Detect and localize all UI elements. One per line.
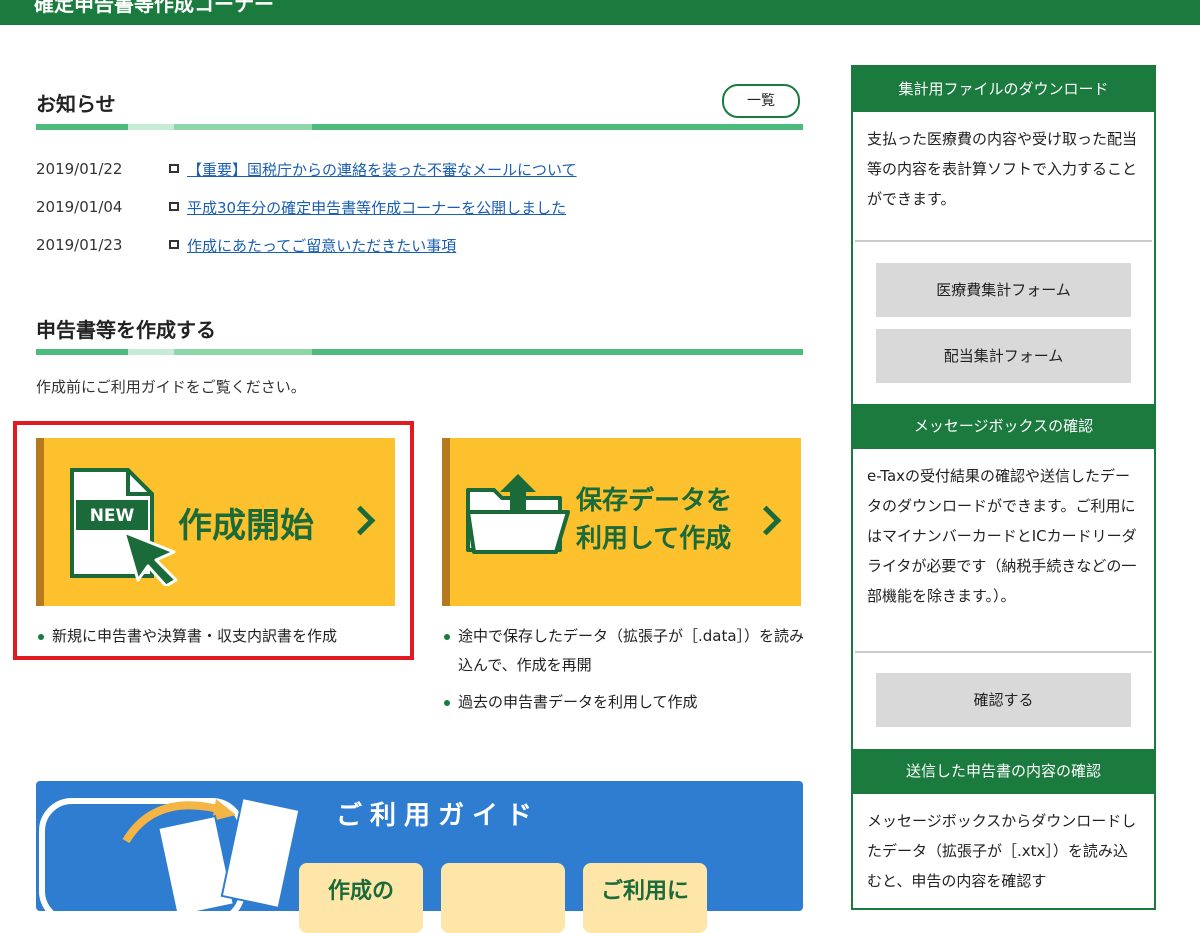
window-icon <box>169 163 179 173</box>
create-divider <box>36 349 803 355</box>
site-title: 確定申告書等作成コーナー <box>34 0 274 16</box>
medical-expense-form-button[interactable]: 医療費集計フォーム <box>876 263 1131 317</box>
saved-data-label-line1: 保存データを <box>576 486 733 516</box>
sidebar-text-download: 支払った医療費の内容や受け取った配当等の内容を表計算ソフトで入力することができま… <box>867 130 1138 208</box>
folder-upload-icon <box>466 474 570 554</box>
chevron-right-icon <box>751 505 782 536</box>
highlight-box <box>13 421 414 660</box>
guide-button-usage[interactable]: ご利用に <box>583 863 707 933</box>
sidebar-header-download: 集計用ファイルのダウンロード <box>853 67 1154 112</box>
news-item: 2019/01/23 作成にあたってご留意いただきたい事項 <box>36 226 796 264</box>
sidebar-header-sent-returns: 送信した申告書の内容の確認 <box>853 749 1154 794</box>
saved-data-create-button[interactable]: 保存データを 利用して作成 <box>442 438 801 606</box>
news-date: 2019/01/22 <box>36 160 123 178</box>
guide-button-create[interactable]: 作成の <box>299 863 423 933</box>
sidebar-text-messagebox: e-Taxの受付結果の確認や送信したデータのダウンロードができます。ご利用にはマ… <box>867 467 1137 605</box>
create-title: 申告書等を作成する <box>36 318 216 342</box>
guide-title: ご利用ガイド <box>336 801 541 831</box>
document-illustration-icon <box>39 796 301 911</box>
dividend-form-button[interactable]: 配当集計フォーム <box>876 329 1131 383</box>
news-date: 2019/01/04 <box>36 198 123 216</box>
sidebar-divider <box>855 240 1152 242</box>
news-link[interactable]: 作成にあたってご留意いただきたい事項 <box>187 235 456 256</box>
saved-data-label: 保存データを 利用して作成 <box>576 482 732 558</box>
sidebar: 集計用ファイルのダウンロード 支払った医療費の内容や受け取った配当等の内容を表計… <box>851 65 1156 910</box>
news-item: 2019/01/22 【重要】国税庁からの連絡を装った不審なメールについて <box>36 150 796 188</box>
news-divider <box>36 124 803 130</box>
confirm-button[interactable]: 確認する <box>876 673 1131 727</box>
news-list-button[interactable]: 一覧 <box>722 84 800 118</box>
window-icon <box>169 239 179 249</box>
create-intro: 作成前にご利用ガイドをご覧ください。 <box>36 378 306 396</box>
sidebar-header-messagebox: メッセージボックスの確認 <box>853 404 1154 449</box>
window-icon <box>169 201 179 211</box>
guide-button-example[interactable] <box>441 863 565 933</box>
news-list: 2019/01/22 【重要】国税庁からの連絡を装った不審なメールについて 20… <box>36 150 796 264</box>
news-item: 2019/01/04 平成30年分の確定申告書等作成コーナーを公開しました <box>36 188 796 226</box>
sidebar-divider <box>855 651 1152 653</box>
news-link[interactable]: 【重要】国税庁からの連絡を装った不審なメールについて <box>187 159 577 180</box>
site-header: 確定申告書等作成コーナー <box>0 0 1200 25</box>
sidebar-text-sent-returns: メッセージボックスからダウンロードしたデータ（拡張子が［.xtx］）を読み込むと… <box>867 812 1137 890</box>
saved-data-label-line2: 利用して作成 <box>576 524 732 554</box>
saved-data-notes: 途中で保存したデータ（拡張子が［.data］）を読み込んで、作成を再開 過去の申… <box>442 622 812 717</box>
news-title: お知らせ <box>36 92 116 116</box>
news-link[interactable]: 平成30年分の確定申告書等作成コーナーを公開しました <box>187 197 566 218</box>
list-item: 過去の申告書データを利用して作成 <box>442 688 812 717</box>
list-item: 途中で保存したデータ（拡張子が［.data］）を読み込んで、作成を再開 <box>442 622 812 680</box>
news-date: 2019/01/23 <box>36 236 123 254</box>
